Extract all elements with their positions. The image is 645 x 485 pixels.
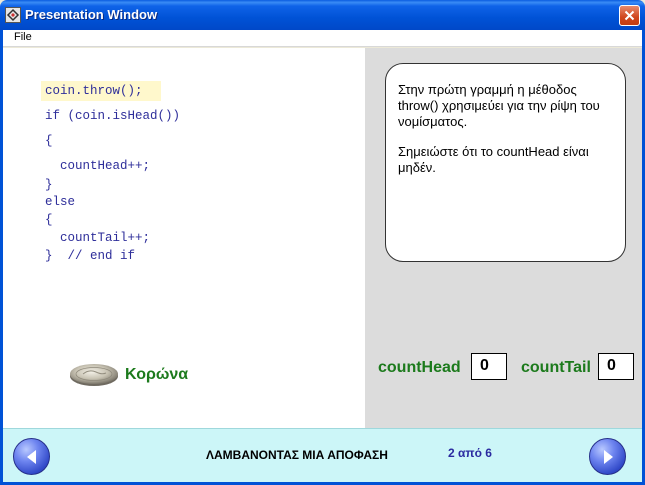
code-line-6: else [45,195,76,209]
coin-image [69,362,119,388]
count-tail-label: countTail [521,359,591,376]
count-head-value: 0 [471,353,507,380]
title-bar[interactable]: Presentation Window [0,0,645,30]
next-button[interactable] [589,438,626,475]
count-head-label: countHead [378,359,461,376]
lesson-title: ΛΑΜΒΑΝΟΝΤΑΣ ΜΙΑ ΑΠΟΦΑΣΗ [206,448,388,462]
page-indicator: 2 από 6 [448,446,492,460]
explanation-paragraph-1: Στην πρώτη γραμμή η μέθοδος throw() χρησ… [398,82,600,129]
code-line-1: coin.throw(); [45,84,143,98]
code-panel: coin.throw(); if (coin.isHead()) { count… [3,48,365,428]
code-line-2: if (coin.isHead()) [45,109,181,123]
close-button[interactable] [619,5,640,26]
previous-button[interactable] [13,438,50,475]
close-icon [624,10,635,21]
code-line-5: } [45,178,53,192]
java-app-icon[interactable] [5,7,21,23]
navigation-bar: ΛΑΜΒΑΝΟΝΤΑΣ ΜΙΑ ΑΠΟΦΑΣΗ 2 από 6 [3,428,642,482]
code-line-9: } // end if [45,249,136,263]
code-line-7: { [45,213,53,227]
explanation-panel: Στην πρώτη γραμμή η μέθοδος throw() χρησ… [365,48,642,428]
menu-bar: File [3,30,642,47]
presentation-window: Presentation Window File coin.throw(); i… [0,0,645,485]
coin-result-label: Κορώνα [125,366,189,383]
count-tail-value: 0 [598,353,634,380]
window-title: Presentation Window [25,7,158,22]
menu-file[interactable]: File [14,31,32,43]
explanation-bubble: Στην πρώτη γραμμή η μέθοδος throw() χρησ… [385,63,626,262]
arrow-right-icon [603,449,613,464]
explanation-paragraph-2: Σημειώστε ότι το countHead είναι μηδέν. [398,144,589,175]
code-line-3: { [45,134,53,148]
code-line-8: countTail++; [45,231,151,245]
arrow-left-icon [26,449,36,464]
code-line-4: countHead++; [45,159,151,173]
